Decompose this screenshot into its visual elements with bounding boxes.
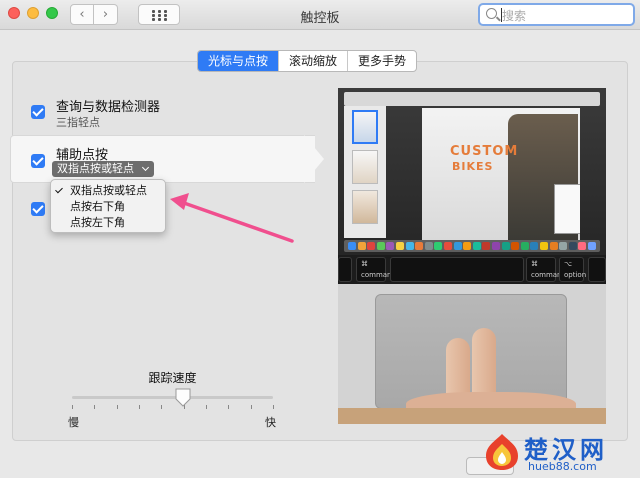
- tracking-speed-track[interactable]: [72, 396, 273, 399]
- secondary-click-selected-value: 双指点按或轻点: [57, 162, 134, 175]
- slider-tick: [72, 405, 73, 409]
- preview-dock-icon: [376, 242, 385, 250]
- tab-scroll-zoom[interactable]: 滚动缩放: [279, 51, 349, 71]
- preview-dock-icon: [501, 242, 510, 250]
- slider-tick: [251, 405, 252, 409]
- preview-headline: CUSTOM: [450, 144, 519, 159]
- preview-toolbar: [344, 92, 600, 106]
- preview-key: [588, 257, 606, 282]
- preview-dock-icon: [482, 242, 491, 250]
- preview-dock-icon: [444, 242, 452, 250]
- preview-dock-icon: [511, 242, 520, 250]
- preview-dock-icon: [424, 242, 433, 250]
- search-field[interactable]: 搜索: [478, 3, 635, 26]
- preview-dock-icon: [530, 242, 539, 250]
- highlight-pointer: [304, 135, 324, 183]
- preview-desk: [338, 408, 606, 424]
- preview-sidebar: [344, 106, 386, 238]
- tab-bar: 光标与点按 滚动缩放 更多手势: [197, 50, 418, 72]
- preview-subheadline: BIKES: [452, 160, 494, 173]
- lookup-checkbox[interactable]: [31, 105, 45, 119]
- preview-key-space: [390, 257, 524, 282]
- preview-keyboard-row: ⌘ command ⌘ command ⌥ option: [338, 255, 606, 284]
- tracking-speed-label: 跟踪速度: [148, 371, 197, 385]
- slider-tick: [206, 405, 207, 409]
- preview-dock-icon: [405, 242, 414, 250]
- tab-more-gestures[interactable]: 更多手势: [348, 51, 416, 71]
- preview-key-command-left: ⌘ command: [356, 257, 396, 282]
- tracking-speed-thumb[interactable]: [175, 388, 191, 407]
- preview-dock-icon: [357, 242, 366, 250]
- menu-item-bottom-right[interactable]: 点按右下角: [51, 199, 167, 214]
- preview-dock-icon: [348, 242, 356, 250]
- lookup-title: 查询与数据检测器: [56, 100, 161, 115]
- watermark-url: hueb88.com: [528, 460, 597, 473]
- menu-item-label: 点按右下角: [70, 200, 125, 213]
- third-option-checkbox[interactable]: [31, 202, 45, 216]
- menu-item-label: 点按左下角: [70, 216, 125, 229]
- title-bar: ‹ › 触控板 搜索: [0, 0, 640, 30]
- preview-document-page: CUSTOM BIKES: [422, 108, 580, 240]
- preview-dock-icon: [578, 242, 587, 250]
- tab-point-click[interactable]: 光标与点按: [198, 51, 280, 71]
- preview-dock-icon: [549, 242, 558, 250]
- slider-tick: [139, 405, 140, 409]
- slider-tick: [228, 405, 229, 409]
- watermark-logo-icon: [486, 434, 518, 470]
- slider-tick: [117, 405, 118, 409]
- watermark: 楚汉网 hueb88.com: [480, 430, 640, 478]
- search-placeholder: 搜索: [502, 9, 527, 23]
- preview-dock-icon: [396, 242, 404, 250]
- slider-tick: [273, 405, 274, 409]
- slider-tick: [94, 405, 95, 409]
- preview-page-thumb: [352, 110, 378, 144]
- preview-dock-icon: [472, 242, 481, 250]
- preview-dock-icon: [568, 242, 577, 250]
- preview-page-thumb: [352, 150, 378, 184]
- preview-key-option: ⌥ option: [559, 257, 586, 282]
- secondary-click-menu: 双指点按或轻点 点按右下角 点按左下角: [50, 179, 166, 233]
- slider-tick: [161, 405, 162, 409]
- search-icon: [486, 8, 497, 19]
- preview-key-command-right: ⌘ command: [526, 257, 566, 282]
- lookup-subtitle: 三指轻点: [56, 116, 100, 129]
- preview-key: [338, 257, 352, 282]
- tracking-speed-max: 快: [265, 416, 276, 429]
- menu-item-label: 双指点按或轻点: [70, 184, 147, 197]
- preview-dock-icon: [588, 242, 596, 250]
- preview-page-thumb: [352, 190, 378, 224]
- preview-dock-icon: [492, 242, 500, 250]
- tracking-speed-min: 慢: [68, 416, 79, 429]
- chevron-down-icon: [141, 163, 150, 172]
- preview-dock-icon: [415, 242, 424, 250]
- menu-item-two-finger[interactable]: 双指点按或轻点: [51, 183, 167, 198]
- preview-dock-icon: [386, 242, 395, 250]
- preview-dock-icon: [520, 242, 529, 250]
- gesture-preview: CUSTOM BIKES ⌘ command ⌘ command ⌥ optio…: [338, 88, 606, 424]
- preview-dock-icon: [540, 242, 548, 250]
- menu-item-bottom-left[interactable]: 点按左下角: [51, 215, 167, 230]
- preview-context-menu: [554, 184, 580, 234]
- secondary-click-select[interactable]: 双指点按或轻点: [52, 161, 154, 177]
- preview-dock-icon: [559, 242, 568, 250]
- preview-dock-icon: [434, 242, 443, 250]
- checkmark-icon: [55, 185, 63, 194]
- preview-dock-icon: [367, 242, 376, 250]
- preview-dock-icon: [453, 242, 462, 250]
- secondary-click-checkbox[interactable]: [31, 154, 45, 168]
- preview-dock-icon: [463, 242, 472, 250]
